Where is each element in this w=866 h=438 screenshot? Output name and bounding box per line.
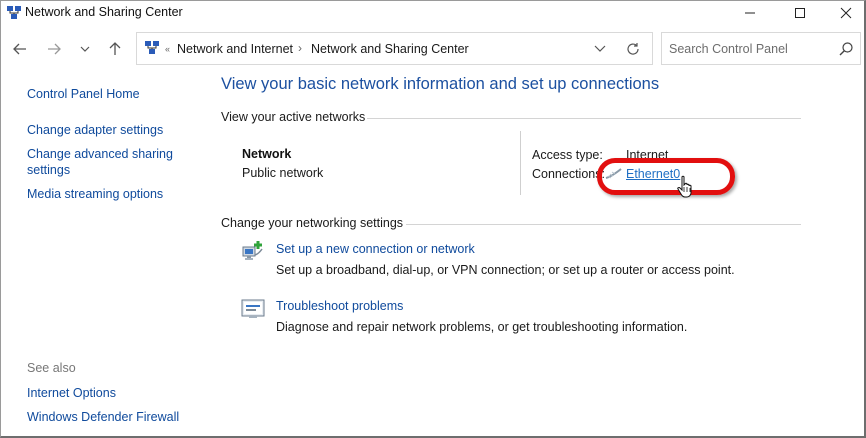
windows-defender-firewall-link[interactable]: Windows Defender Firewall (27, 409, 179, 425)
section-divider (406, 224, 801, 225)
network-name: Network (242, 147, 292, 161)
search-icon[interactable] (838, 41, 854, 57)
setup-connection-description: Set up a broadband, dial-up, or VPN conn… (276, 263, 735, 277)
access-type-label: Access type: (532, 148, 603, 162)
connections-label: Connections: (532, 167, 605, 181)
window-title: Network and Sharing Center (25, 5, 183, 19)
breadcrumb-overflow[interactable]: « (165, 44, 170, 54)
search-input[interactable]: Search Control Panel (669, 42, 788, 56)
breadcrumb-separator[interactable]: › (298, 41, 302, 55)
hand-cursor-icon (677, 175, 692, 198)
recent-locations-button[interactable] (75, 40, 95, 58)
refresh-button[interactable] (625, 41, 641, 57)
troubleshoot-icon (241, 299, 265, 318)
network-sharing-window: Network and Sharing Center « Network and… (0, 0, 866, 438)
vertical-divider (520, 131, 521, 195)
close-button[interactable] (823, 1, 866, 25)
page-title: View your basic network information and … (221, 75, 660, 93)
change-settings-header: Change your networking settings (221, 216, 404, 230)
setup-connection-link[interactable]: Set up a new connection or network (276, 242, 475, 256)
new-connection-icon (242, 241, 263, 260)
troubleshoot-problems-link[interactable]: Troubleshoot problems (276, 299, 403, 313)
control-panel-home-link[interactable]: Control Panel Home (27, 86, 140, 102)
refresh-icon (627, 43, 639, 55)
chevron-down-icon (594, 45, 606, 52)
maximize-icon (795, 8, 805, 18)
minimize-button[interactable] (727, 1, 773, 25)
change-adapter-settings-link[interactable]: Change adapter settings (27, 122, 163, 138)
chevron-down-icon (80, 46, 90, 52)
see-also-label: See also (27, 361, 76, 375)
title-bar: Network and Sharing Center (1, 1, 865, 25)
arrow-right-icon (48, 43, 61, 55)
arrow-left-icon (13, 43, 26, 55)
maximize-button[interactable] (777, 1, 823, 25)
highlight-annotation (597, 158, 735, 195)
internet-options-link[interactable]: Internet Options (27, 385, 116, 401)
arrow-up-icon (109, 42, 121, 55)
back-button[interactable] (10, 40, 30, 58)
active-networks-header: View your active networks (221, 110, 366, 124)
media-streaming-options-link[interactable]: Media streaming options (27, 186, 163, 202)
address-bar[interactable]: « Network and Internet › Network and Sha… (136, 32, 653, 65)
up-button[interactable] (105, 40, 125, 58)
section-divider (367, 118, 801, 119)
breadcrumb-network-and-internet[interactable]: Network and Internet (177, 42, 293, 56)
network-icon (7, 6, 21, 19)
minimize-icon (745, 12, 755, 14)
network-type-link[interactable]: Public network (242, 166, 323, 180)
network-icon (145, 41, 159, 54)
close-icon (840, 7, 852, 19)
forward-button[interactable] (44, 40, 64, 58)
left-navigation: Control Panel Home Change adapter settin… (1, 65, 211, 435)
breadcrumb-network-sharing-center[interactable]: Network and Sharing Center (311, 42, 469, 56)
change-advanced-sharing-link[interactable]: Change advanced sharing settings (27, 146, 187, 178)
address-dropdown-button[interactable] (592, 42, 608, 56)
search-box[interactable]: Search Control Panel (661, 32, 861, 65)
troubleshoot-description: Diagnose and repair network problems, or… (276, 320, 688, 334)
